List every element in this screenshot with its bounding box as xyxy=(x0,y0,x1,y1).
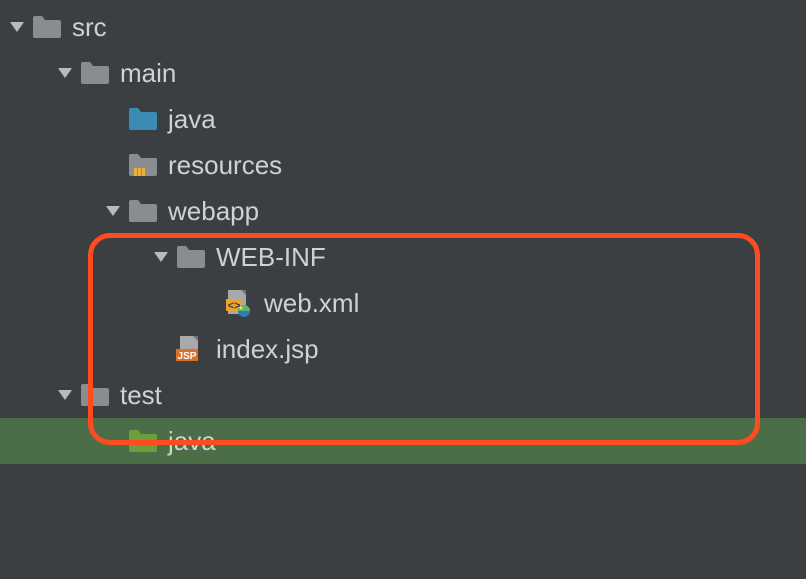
tree-label: java xyxy=(168,104,216,135)
folder-icon xyxy=(32,12,62,42)
chevron-down-icon xyxy=(150,246,172,268)
test-folder-icon xyxy=(128,426,158,456)
tree-label: src xyxy=(72,12,107,43)
folder-icon xyxy=(128,196,158,226)
tree-label: index.jsp xyxy=(216,334,319,365)
tree-label: main xyxy=(120,58,176,89)
tree-item-indexjsp[interactable]: index.jsp xyxy=(0,326,806,372)
tree-label: WEB-INF xyxy=(216,242,326,273)
tree-item-webxml[interactable]: web.xml xyxy=(0,280,806,326)
tree-label: webapp xyxy=(168,196,259,227)
tree-item-test[interactable]: test xyxy=(0,372,806,418)
tree-item-resources[interactable]: resources xyxy=(0,142,806,188)
tree-item-main[interactable]: main xyxy=(0,50,806,96)
jsp-file-icon xyxy=(176,334,206,364)
chevron-down-icon xyxy=(6,16,28,38)
source-folder-icon xyxy=(128,104,158,134)
tree-item-src[interactable]: src xyxy=(0,4,806,50)
tree-item-webinf[interactable]: WEB-INF xyxy=(0,234,806,280)
tree-item-webapp[interactable]: webapp xyxy=(0,188,806,234)
chevron-down-icon xyxy=(102,200,124,222)
xml-file-icon xyxy=(224,288,254,318)
tree-label: test xyxy=(120,380,162,411)
resources-folder-icon xyxy=(128,150,158,180)
tree-label: resources xyxy=(168,150,282,181)
folder-icon xyxy=(80,58,110,88)
project-tree: src main java resources webapp WEB-INF xyxy=(0,0,806,464)
folder-icon xyxy=(176,242,206,272)
tree-label: java xyxy=(168,426,216,457)
tree-item-testjava[interactable]: java xyxy=(0,418,806,464)
folder-icon xyxy=(80,380,110,410)
chevron-down-icon xyxy=(54,62,76,84)
tree-label: web.xml xyxy=(264,288,359,319)
chevron-down-icon xyxy=(54,384,76,406)
tree-item-java[interactable]: java xyxy=(0,96,806,142)
